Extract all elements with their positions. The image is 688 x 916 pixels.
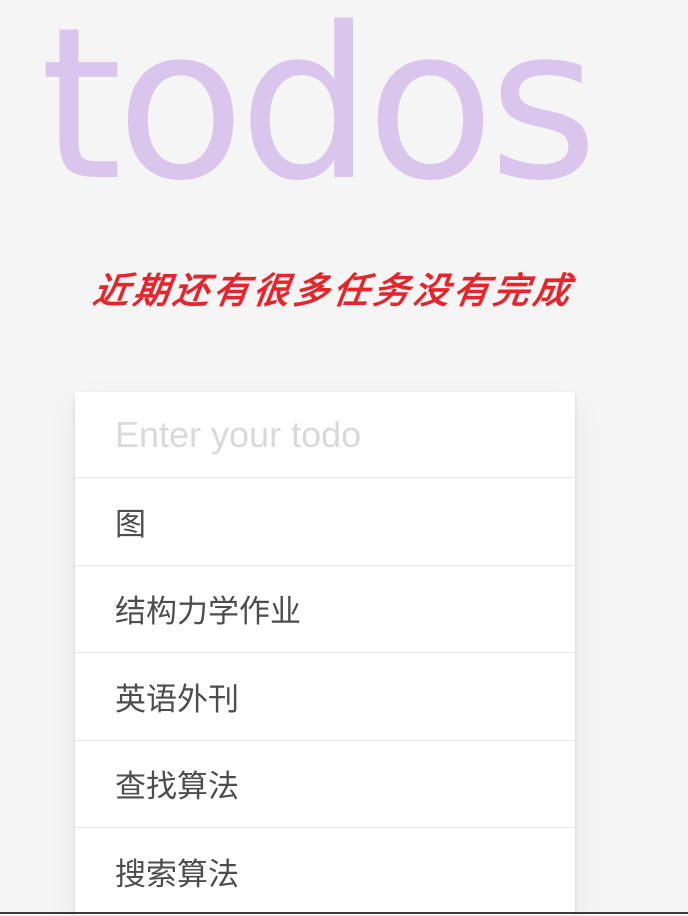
todo-item[interactable]: 英语外刊 xyxy=(75,653,575,741)
app-title: todos xyxy=(40,0,598,227)
todo-item[interactable]: 结构力学作业 xyxy=(75,565,575,653)
todo-item[interactable]: 搜索算法 xyxy=(75,828,575,916)
subtitle-banner: 近期还有很多任务没有完成 xyxy=(90,270,577,312)
todo-list: 图 结构力学作业 英语外刊 查找算法 搜索算法 xyxy=(75,478,575,916)
todo-item[interactable]: 图 xyxy=(75,478,575,566)
new-todo-input[interactable] xyxy=(75,392,575,478)
todo-item[interactable]: 查找算法 xyxy=(75,740,575,828)
todo-panel: 图 结构力学作业 英语外刊 查找算法 搜索算法 xyxy=(75,392,575,916)
